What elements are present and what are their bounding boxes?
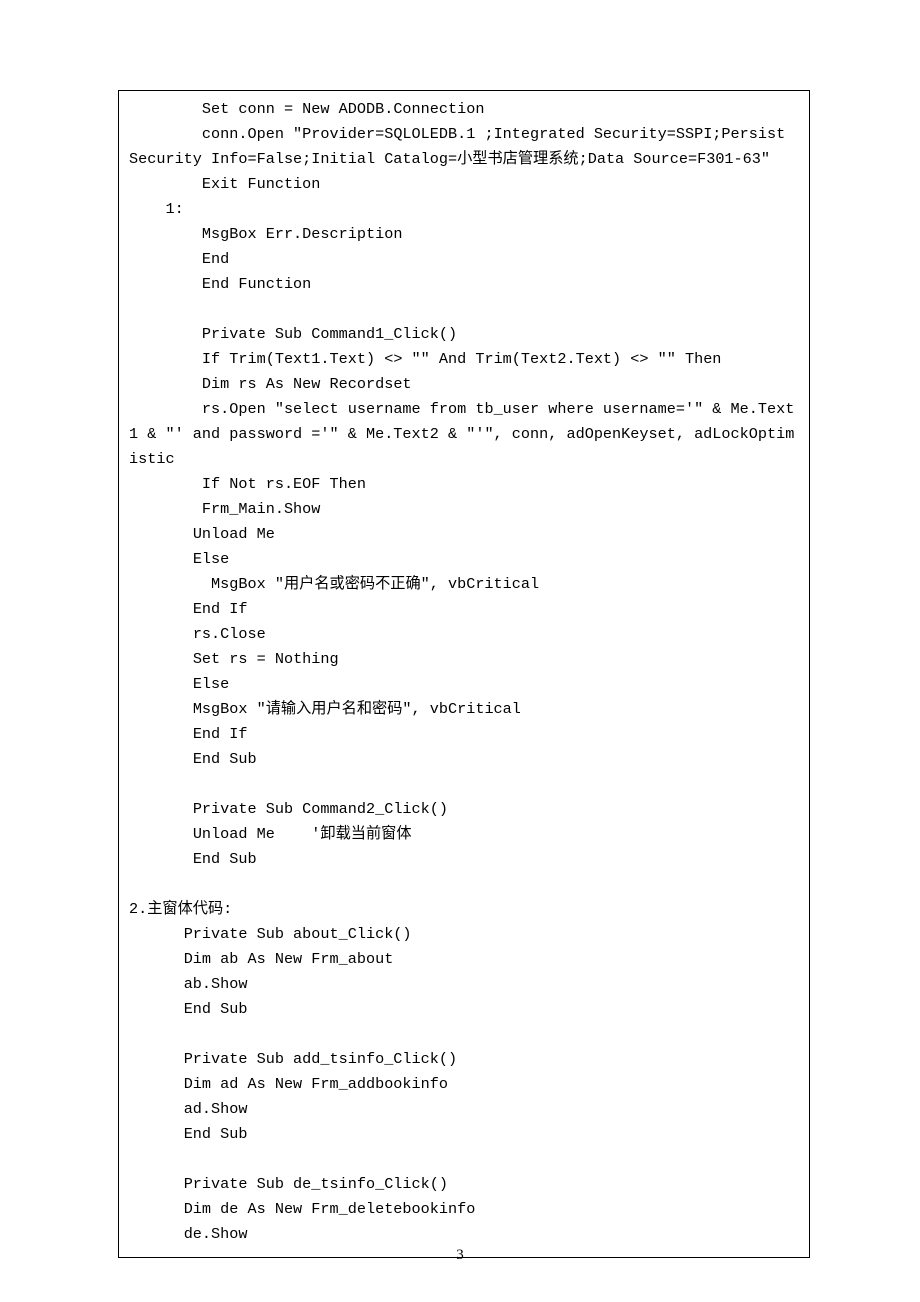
document-page: Set conn = New ADODB.Connection conn.Ope… (0, 0, 920, 1302)
page-number: 3 (0, 1247, 920, 1264)
code-container: Set conn = New ADODB.Connection conn.Ope… (118, 90, 810, 1258)
code-block: Set conn = New ADODB.Connection conn.Ope… (129, 97, 799, 1247)
